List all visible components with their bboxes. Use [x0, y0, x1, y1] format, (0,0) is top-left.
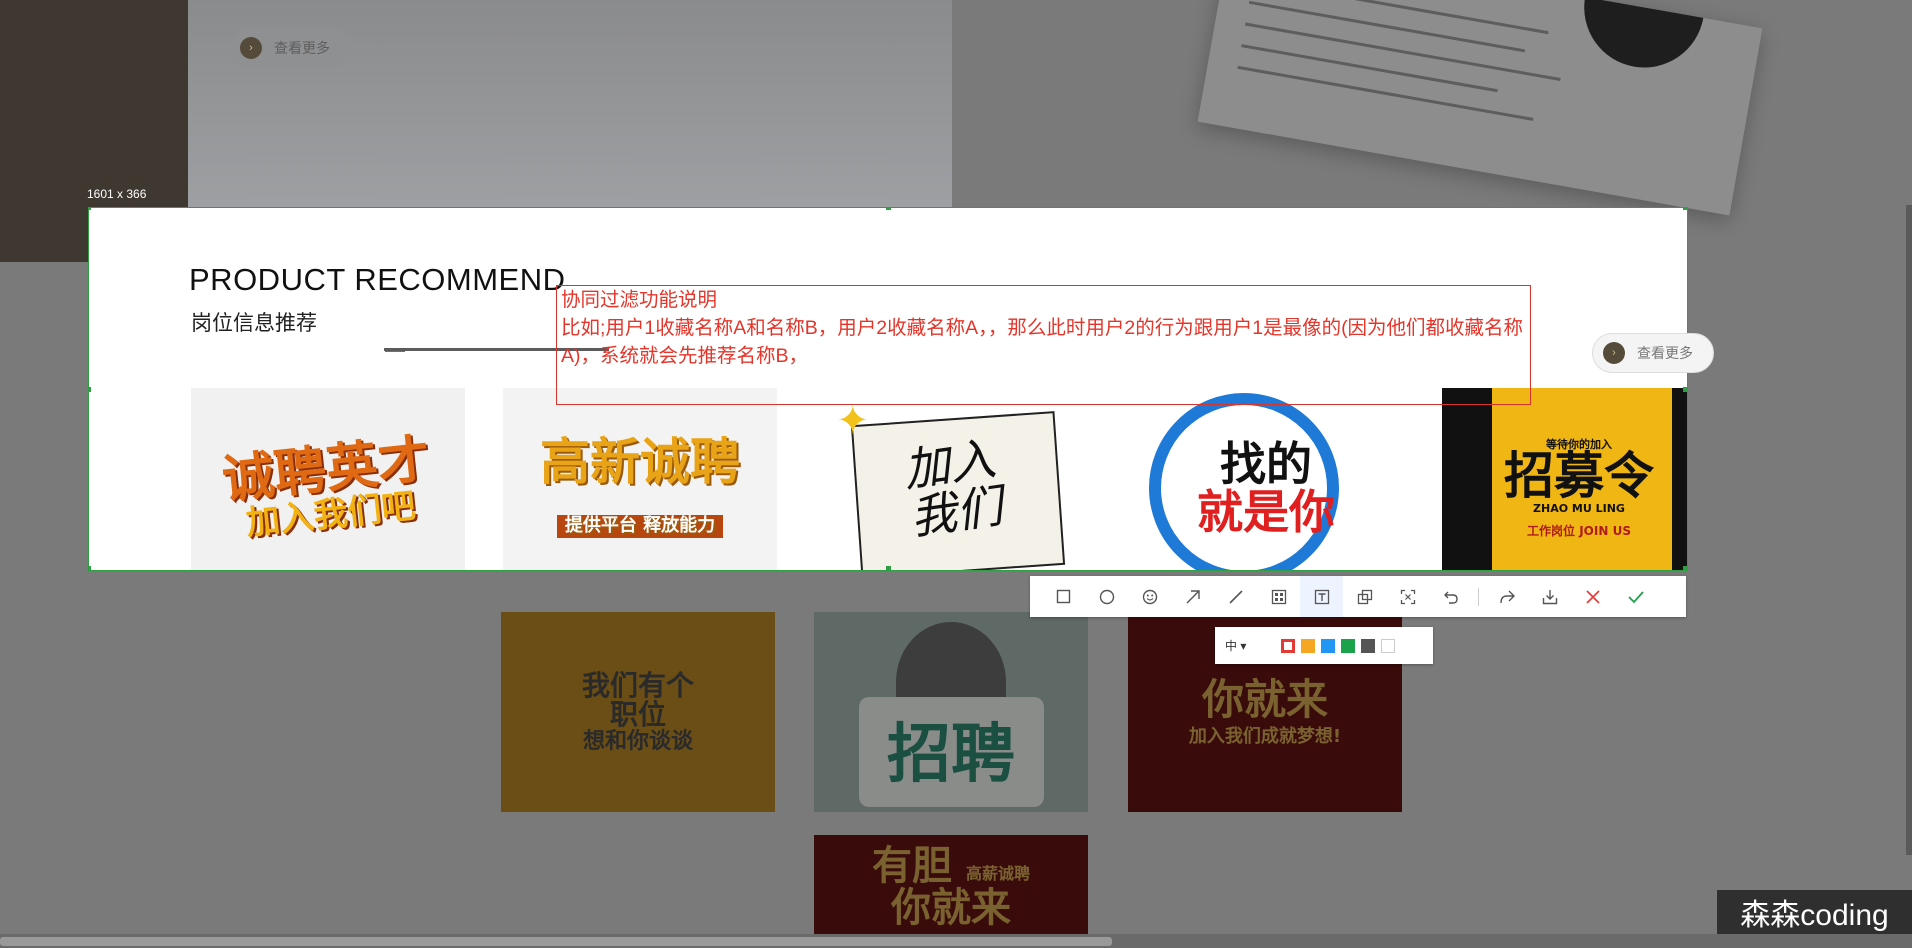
- resize-handle[interactable]: [1683, 566, 1687, 570]
- job-tile-1[interactable]: 诚聘英才 加入我们吧: [191, 388, 465, 570]
- color-swatch-gray[interactable]: [1361, 638, 1375, 653]
- annotation-body: 比如;用户1收藏名称A和名称B，用户2收藏名称A，，那么此时用户2的行为跟用户1…: [561, 317, 1524, 367]
- color-swatch-orange[interactable]: [1301, 638, 1315, 653]
- job-tile-4[interactable]: 找的 就是你: [1129, 388, 1403, 570]
- tile-text: 想和你谈谈: [582, 728, 693, 754]
- font-size-select[interactable]: 中 ▾: [1225, 637, 1275, 654]
- tile-text: 招聘: [887, 718, 1015, 792]
- arrow-icon[interactable]: [1171, 576, 1214, 617]
- save-icon[interactable]: [1528, 576, 1571, 617]
- newspaper-image: [1197, 0, 1763, 216]
- ellipse-icon[interactable]: [1085, 576, 1128, 617]
- tile-text: 就是你: [1197, 485, 1335, 539]
- tile-text: 有胆: [872, 843, 953, 889]
- newspaper-text-line: [1248, 0, 1526, 53]
- color-swatch-blue[interactable]: [1321, 638, 1335, 653]
- confirm-icon[interactable]: [1614, 576, 1657, 617]
- job-tile-7[interactable]: 招聘: [814, 612, 1088, 812]
- color-swatch-white[interactable]: [1381, 638, 1395, 653]
- resize-handle[interactable]: [89, 566, 91, 570]
- color-swatch-green[interactable]: [1341, 638, 1355, 653]
- rectangle-icon[interactable]: [1042, 576, 1085, 617]
- section-more-button[interactable]: › 查看更多: [1592, 333, 1714, 373]
- color-panel: 中 ▾: [1215, 627, 1433, 664]
- resize-handle[interactable]: [886, 566, 891, 570]
- line-icon[interactable]: [1214, 576, 1257, 617]
- job-tile-3[interactable]: ✦ 加入 我们: [816, 388, 1090, 570]
- undo-icon[interactable]: [1429, 576, 1472, 617]
- resize-handle[interactable]: [89, 208, 91, 210]
- tile-text: 工作岗位: [1527, 523, 1576, 538]
- pin-icon[interactable]: [1343, 576, 1386, 617]
- ocr-icon[interactable]: [1386, 576, 1429, 617]
- capture-toolbar: [1030, 576, 1686, 617]
- tile-text: 招募令: [1504, 447, 1654, 506]
- job-tile-6[interactable]: 我们有个 职位 想和你谈谈: [501, 612, 775, 812]
- newspaper-text-line: [1241, 44, 1498, 93]
- section-subtitle: 岗位信息推荐: [191, 312, 317, 335]
- tile-text: 你就来: [1201, 674, 1328, 724]
- section-more-label: 查看更多: [1637, 345, 1693, 361]
- toolbar-separator: [1478, 587, 1479, 606]
- newspaper-dark-shape: [1574, 0, 1704, 77]
- resize-handle[interactable]: [886, 208, 891, 210]
- tile-text: 我们: [907, 478, 1006, 545]
- text-annotation[interactable]: 协同过滤功能说明 比如;用户1收藏名称A和名称B，用户2收藏名称A，，那么此时用…: [556, 285, 1531, 405]
- cancel-icon[interactable]: [1571, 576, 1614, 617]
- resize-handle[interactable]: [89, 387, 91, 392]
- tile-text: 加入我们成就梦想!: [1188, 725, 1342, 747]
- annotation-title: 协同过滤功能说明: [561, 289, 718, 311]
- scrollbar-thumb[interactable]: [0, 937, 1112, 946]
- tile-text: 找的: [1220, 436, 1312, 491]
- selection-size-label: 1601 x 366: [87, 187, 147, 201]
- job-tile-9[interactable]: 有胆 高薪诚聘 你就来: [814, 835, 1088, 935]
- job-tile-2[interactable]: 高新诚聘 提供平台 释放能力: [503, 388, 777, 570]
- mosaic-icon[interactable]: [1257, 576, 1300, 617]
- arrow-circle-icon: ›: [1603, 342, 1625, 364]
- share-icon[interactable]: [1485, 576, 1528, 617]
- emoji-icon[interactable]: [1128, 576, 1171, 617]
- tile-text: 提供平台 释放能力: [556, 515, 724, 538]
- text-icon[interactable]: [1300, 576, 1343, 617]
- tile-text: 职位: [609, 698, 666, 732]
- resize-handle[interactable]: [1683, 387, 1687, 392]
- vertical-scrollbar[interactable]: [1906, 205, 1912, 855]
- arrow-circle-icon: ›: [240, 37, 262, 59]
- watermark: 森森coding: [1717, 890, 1912, 934]
- tile-text: 高新诚聘: [540, 432, 740, 491]
- hero-more-button[interactable]: › 查看更多: [230, 28, 350, 68]
- hero-more-label: 查看更多: [274, 40, 330, 56]
- tile-text: 我们有个: [581, 669, 694, 703]
- tile-text: 你就来: [890, 885, 1011, 931]
- tile-text: JOIN US: [1579, 523, 1631, 538]
- resize-handle[interactable]: [1683, 208, 1687, 210]
- color-swatch-red[interactable]: [1281, 638, 1295, 653]
- newspaper-text-line: [1237, 65, 1534, 121]
- tile-text: 高薪诚聘: [965, 864, 1030, 883]
- job-tile-5[interactable]: 等待你的加入 招募令 ZHAO MU LING 工作岗位 JOIN US: [1442, 388, 1687, 570]
